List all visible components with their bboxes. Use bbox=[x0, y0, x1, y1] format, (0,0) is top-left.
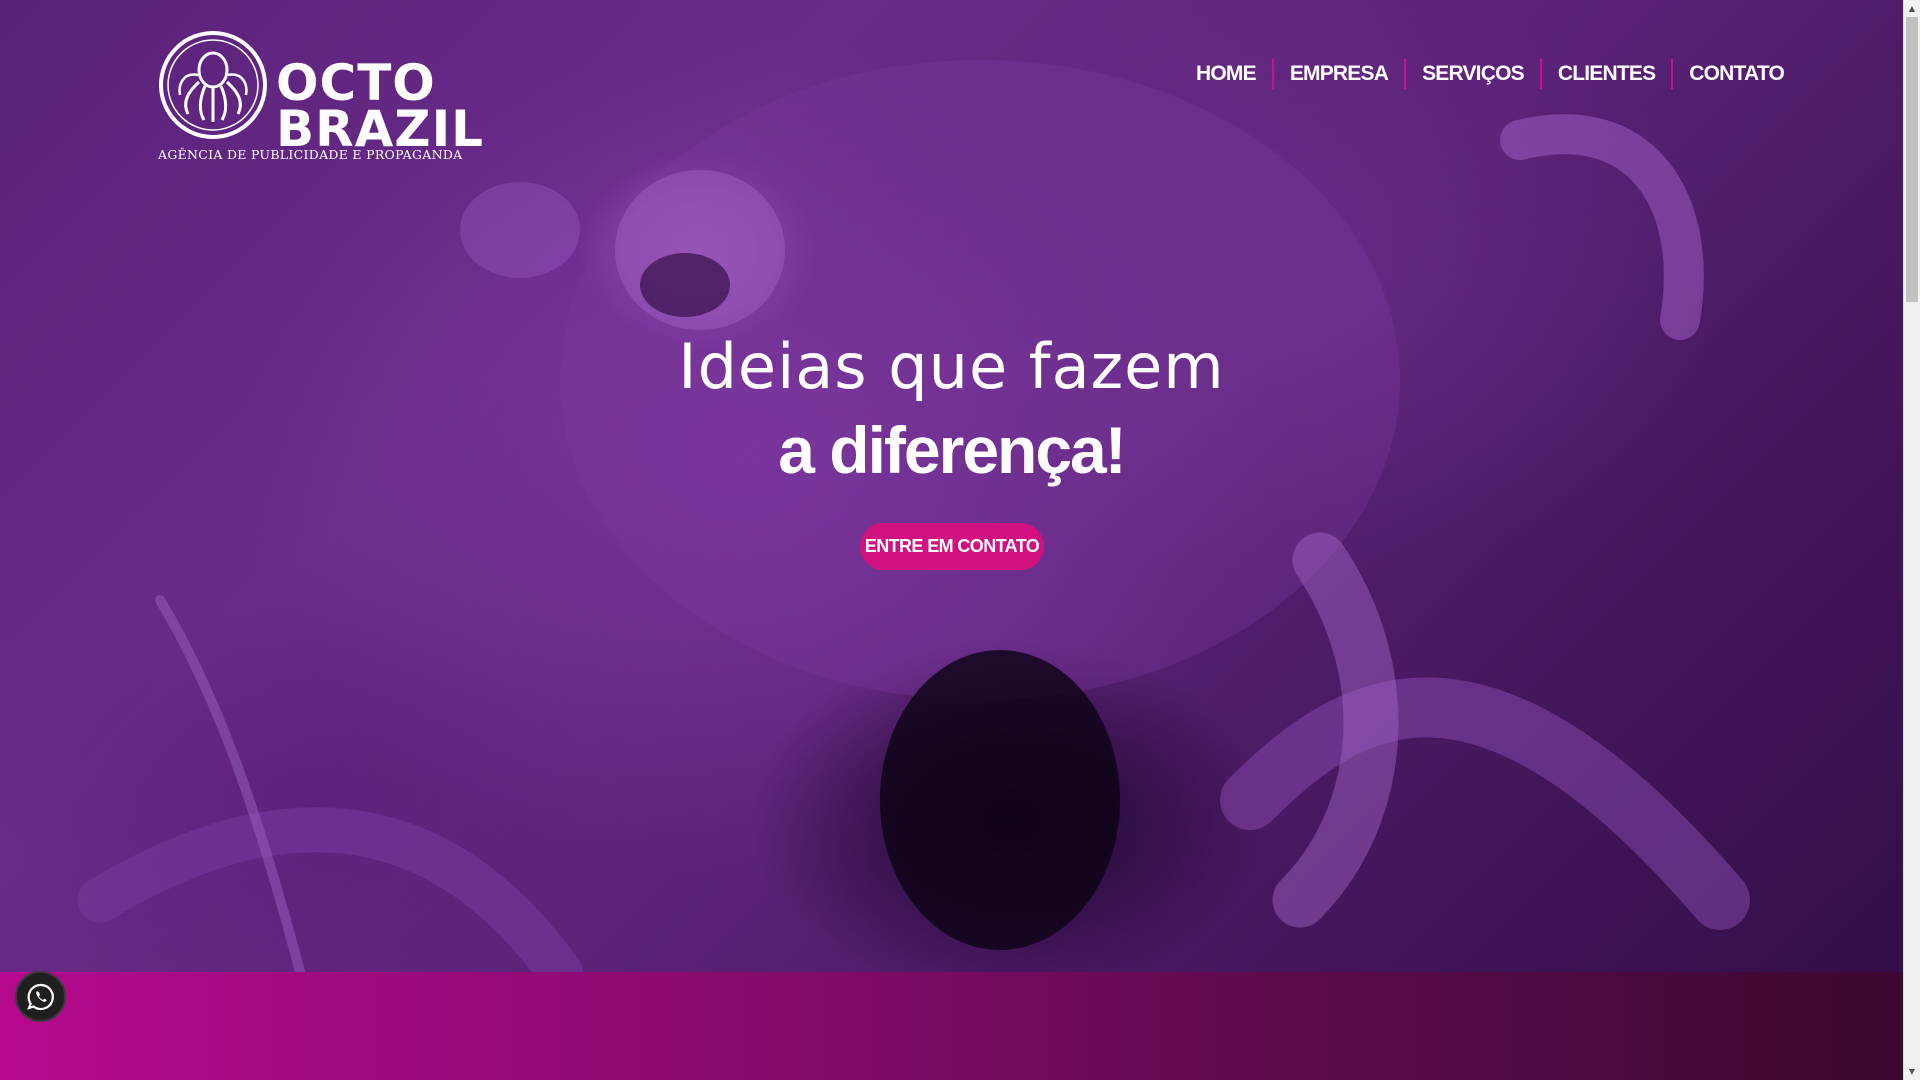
nav-item-servicos[interactable]: SERVIÇOS bbox=[1406, 59, 1540, 89]
nav-item-empresa[interactable]: EMPRESA bbox=[1274, 59, 1404, 89]
page: OCTO BRAZIL AGÊNCIA DE PUBLICIDADE E PRO… bbox=[0, 0, 1920, 1080]
logo-tagline: AGÊNCIA DE PUBLICIDADE E PROPAGANDA bbox=[158, 147, 463, 162]
hero-headline-line2: a diferença! bbox=[778, 413, 1126, 487]
contact-cta-button[interactable]: ENTRE EM CONTATO bbox=[860, 523, 1044, 570]
scroll-down-arrow-icon[interactable]: ▼ bbox=[1904, 1063, 1920, 1080]
octopus-emblem-icon bbox=[159, 31, 267, 139]
scrollbar-thumb[interactable] bbox=[1906, 17, 1918, 302]
nav-item-home[interactable]: HOME bbox=[1180, 59, 1272, 89]
hero-headline-line1: Ideias que fazem bbox=[678, 330, 1225, 403]
whatsapp-button[interactable] bbox=[15, 971, 66, 1022]
nav-item-contato[interactable]: CONTATO bbox=[1673, 59, 1800, 89]
main-nav: HOME EMPRESA SERVIÇOS CLIENTES CONTATO bbox=[1180, 56, 1800, 92]
page-scrollbar[interactable]: ▲ ▼ bbox=[1903, 0, 1920, 1080]
nav-item-clientes[interactable]: CLIENTES bbox=[1542, 59, 1671, 89]
brand-logo[interactable]: OCTO BRAZIL AGÊNCIA DE PUBLICIDADE E PRO… bbox=[158, 30, 483, 165]
hero-section: OCTO BRAZIL AGÊNCIA DE PUBLICIDADE E PRO… bbox=[0, 0, 1903, 972]
whatsapp-icon bbox=[26, 983, 54, 1010]
scroll-up-arrow-icon[interactable]: ▲ bbox=[1904, 0, 1920, 17]
next-section-band bbox=[0, 972, 1903, 1080]
